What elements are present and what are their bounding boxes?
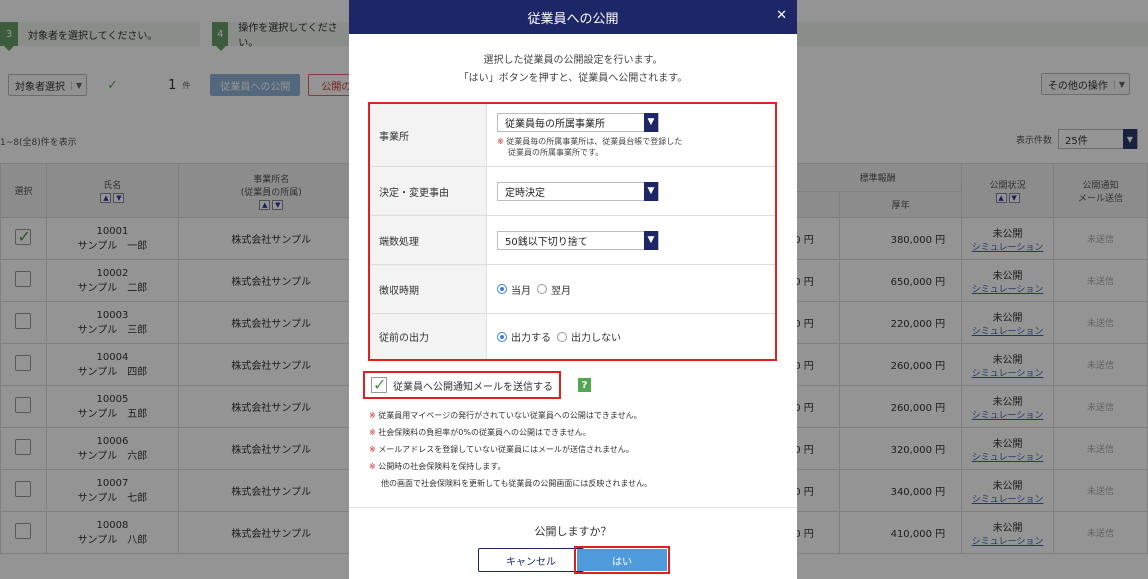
row-office: 事業所 従業員毎の所属事業所 ▼ ※ 従業員毎の所属事業所は、従業員台帳で登録し… [370, 104, 775, 167]
warning-item: ※ 社会保険料の負担率が0%の従業員への公開はできません。 [369, 428, 591, 437]
row-previous-output: 従前の出力 出力する 出力しない [370, 314, 775, 359]
warning-item: ※ 従業員用マイページの発行がされていない従業員への公開はできません。 [369, 411, 642, 420]
send-mail-checkbox-row[interactable]: 従業員へ公開通知メールを送信する [363, 371, 561, 399]
warning-item: ※ メールアドレスを登録していない従業員にはメールが送信されません。 [369, 445, 634, 454]
yes-button-highlight: はい [574, 546, 670, 574]
asterisk-icon: ※ [369, 445, 376, 454]
asterisk-icon: ※ [497, 136, 504, 146]
office-select-value: 従業員毎の所属事業所 [505, 118, 605, 130]
label-collection: 徴収時期 [370, 265, 487, 313]
row-collection: 徴収時期 当月 翌月 [370, 265, 775, 314]
radio-icon[interactable] [537, 284, 547, 294]
label-rounding: 端数処理 [370, 216, 487, 264]
asterisk-icon: ※ [369, 411, 376, 420]
previous-output-option-yes[interactable]: 出力する [497, 329, 551, 344]
warning-item: ※ 公開時の社会保険料を保持します。 [369, 462, 506, 471]
dialog-header: 従業員への公開 ✕ [349, 0, 797, 34]
send-mail-label: 従業員へ公開通知メールを送信する [393, 381, 553, 393]
office-note: ※ 従業員毎の所属事業所は、従業員台帳で登録した 従業員の所属事業所です。 [497, 136, 775, 158]
intro-line-2: 「はい」ボタンを押すと、従業員へ公開されます。 [458, 73, 688, 84]
radio-selected-icon[interactable] [497, 331, 507, 342]
row-rounding: 端数処理 50銭以下切り捨て ▼ [370, 216, 775, 265]
office-note-line-2: 従業員の所属事業所です。 [508, 147, 604, 157]
radio-selected-icon[interactable] [497, 284, 507, 294]
dialog-footer: 公開しますか？ キャンセル はい [349, 507, 797, 579]
chevron-down-icon: ▼ [644, 181, 658, 201]
send-mail-checkbox[interactable] [371, 375, 387, 394]
label-office: 事業所 [370, 104, 487, 166]
confirm-question: 公開しますか？ [534, 525, 612, 538]
collection-radio-group: 当月 翌月 [497, 282, 775, 297]
chevron-down-icon: ▼ [644, 112, 658, 132]
previous-output-radio-group: 出力する 出力しない [497, 329, 775, 344]
asterisk-icon: ※ [369, 462, 376, 471]
warning-list: ※ 従業員用マイページの発行がされていない従業員への公開はできません。 ※ 社会… [369, 407, 779, 492]
label-previous-output: 従前の出力 [370, 314, 487, 359]
warning-continuation: 他の画面で社会保険料を更新しても従業員の公開画面には反映されません。 [381, 479, 653, 488]
yes-button[interactable]: はい [577, 549, 667, 571]
reason-select-value: 定時決定 [505, 187, 545, 199]
dialog-intro: 選択した従業員の公開設定を行います。 「はい」ボタンを押すと、従業員へ公開されま… [349, 52, 797, 88]
help-icon[interactable]: ? [578, 378, 591, 392]
previous-output-option-no[interactable]: 出力しない [557, 329, 621, 344]
row-reason: 決定・変更事由 定時決定 ▼ [370, 167, 775, 216]
collection-option-next[interactable]: 翌月 [537, 282, 571, 297]
cancel-button[interactable]: キャンセル [478, 548, 584, 572]
label-reason: 決定・変更事由 [370, 167, 487, 215]
publish-settings-form: 事業所 従業員毎の所属事業所 ▼ ※ 従業員毎の所属事業所は、従業員台帳で登録し… [368, 102, 777, 361]
close-icon[interactable]: ✕ [776, 8, 787, 23]
office-select[interactable]: 従業員毎の所属事業所 ▼ [497, 112, 659, 132]
rounding-select[interactable]: 50銭以下切り捨て ▼ [497, 230, 659, 250]
reason-select[interactable]: 定時決定 ▼ [497, 181, 659, 201]
chevron-down-icon: ▼ [644, 230, 658, 250]
intro-line-1: 選択した従業員の公開設定を行います。 [483, 55, 663, 66]
dialog-title: 従業員への公開 [527, 11, 619, 27]
office-note-line-1: 従業員毎の所属事業所は、従業員台帳で登録した [506, 136, 683, 146]
publish-dialog: 従業員への公開 ✕ 選択した従業員の公開設定を行います。 「はい」ボタンを押すと… [349, 0, 797, 579]
asterisk-icon: ※ [369, 428, 376, 437]
collection-option-current[interactable]: 当月 [497, 282, 531, 297]
rounding-select-value: 50銭以下切り捨て [505, 236, 588, 248]
radio-icon[interactable] [557, 331, 567, 342]
